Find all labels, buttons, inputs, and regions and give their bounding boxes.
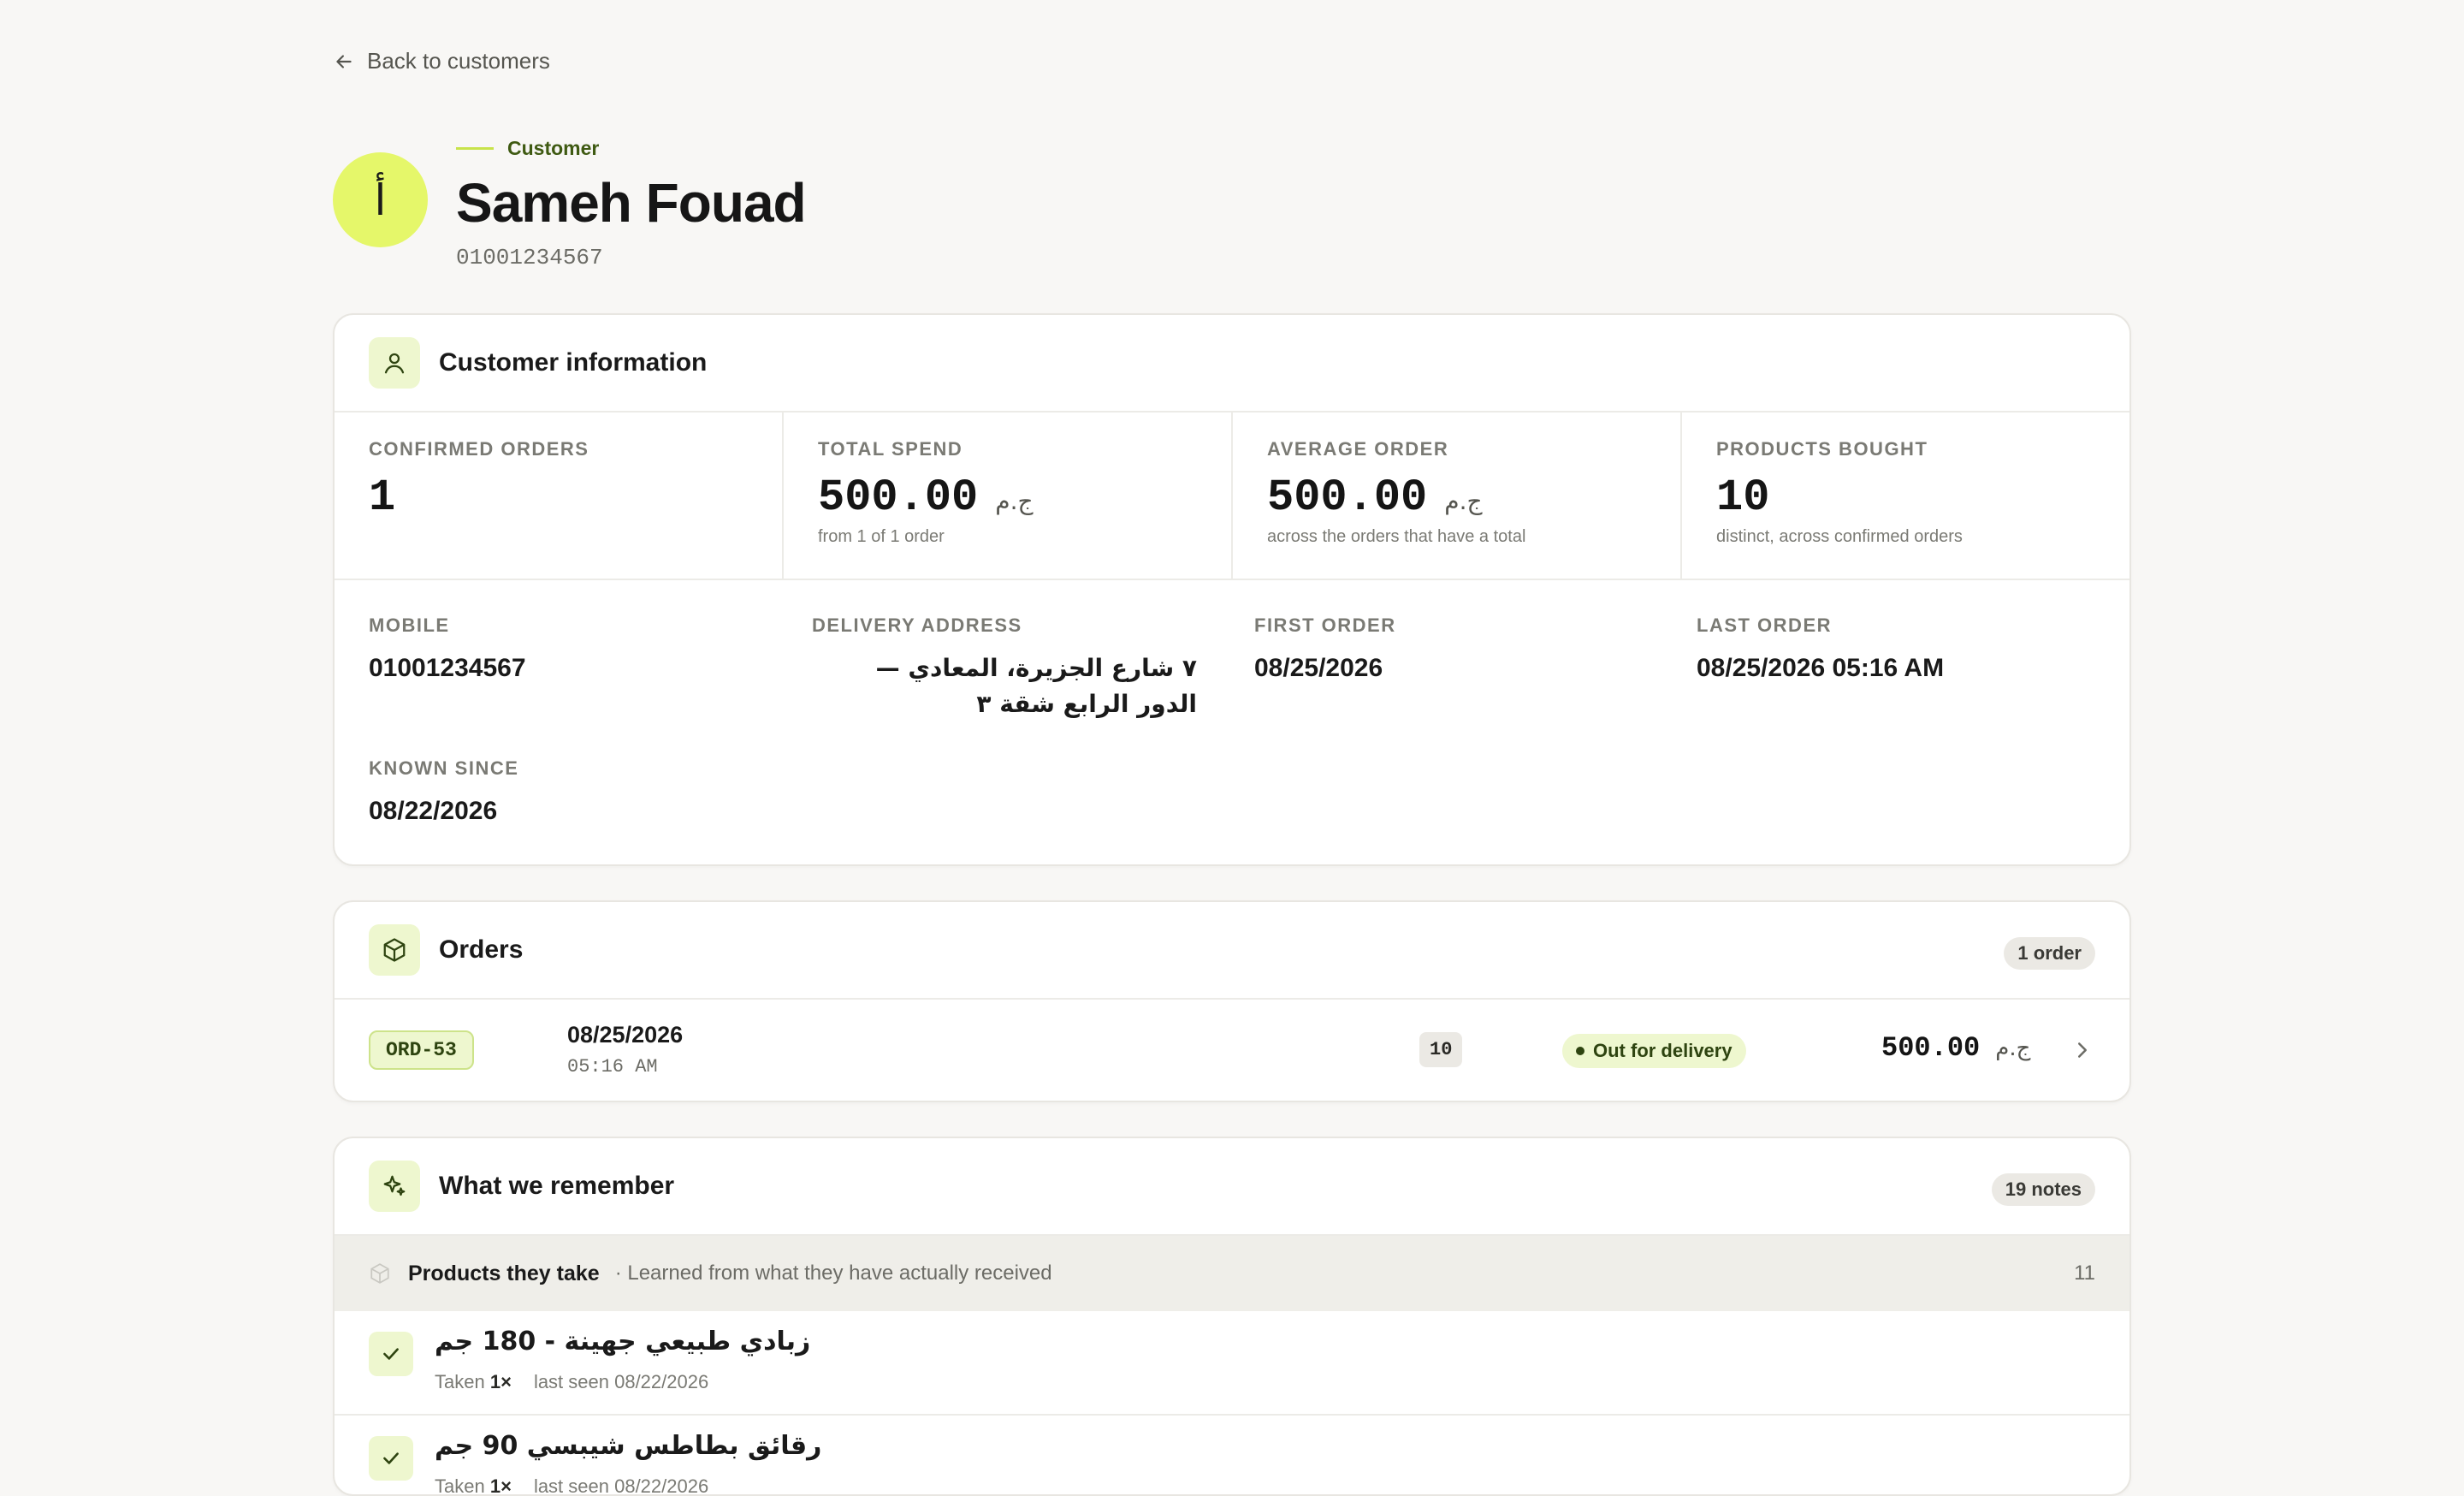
stat-value: 500.00 ج.م	[818, 472, 1034, 523]
orders-count-badge: 1 order	[2004, 937, 2095, 970]
field-label: DELIVERY ADDRESS	[812, 614, 1022, 636]
stat-label: CONFIRMED ORDERS	[369, 438, 589, 460]
product-name: رقائق بطاطس شيبسي 90 جم	[435, 1431, 822, 1461]
card-title: What we remember	[439, 1172, 675, 1200]
stat-confirmed-orders: CONFIRMED ORDERS 1	[335, 413, 784, 579]
field-label: MOBILE	[369, 614, 450, 636]
order-id-badge: ORD-53	[369, 1030, 474, 1070]
card-header: Customer information	[335, 315, 2129, 413]
taken-info: Taken 1×	[435, 1475, 512, 1496]
taken-info: Taken 1×	[435, 1371, 512, 1392]
section-title: Products they take	[408, 1261, 600, 1285]
currency-label: ج.م	[995, 487, 1034, 515]
field-delivery-address: DELIVERY ADDRESS ٧ شارع الجزيرة، المعادي…	[812, 614, 1197, 722]
field-value: 08/25/2026	[1254, 654, 1383, 682]
stat-label: TOTAL SPEND	[818, 438, 963, 460]
field-value: 01001234567	[369, 654, 526, 682]
last-seen: last seen 08/22/2026	[533, 1475, 709, 1496]
field-value: 08/25/2026 05:16 AM	[1697, 654, 1945, 682]
order-time: 05:16 AM	[567, 1056, 658, 1077]
stat-subtext: distinct, across confirmed orders	[1716, 527, 1963, 546]
field-label: FIRST ORDER	[1254, 614, 1396, 636]
eyebrow-line	[456, 147, 494, 150]
field-label: LAST ORDER	[1697, 614, 1832, 636]
stat-products-bought: PRODUCTS BOUGHT 10 distinct, across conf…	[1682, 413, 2129, 579]
card-title: Customer information	[439, 348, 708, 377]
check-icon	[369, 1332, 413, 1376]
check-icon	[369, 1436, 413, 1481]
info-fields: MOBILE 01001234567 DELIVERY ADDRESS ٧ شا…	[335, 580, 2129, 864]
stat-value: 500.00 ج.م	[1267, 472, 1483, 523]
chevron-right-icon[interactable]	[2070, 1037, 2095, 1063]
currency-label: ج.م	[1444, 487, 1483, 515]
product-meta: Taken 1× last seen 08/22/2026	[435, 1475, 709, 1496]
memory-card: What we remember 19 notes Products they …	[333, 1137, 2131, 1496]
field-mobile: MOBILE 01001234567	[369, 614, 779, 686]
stat-label: AVERAGE ORDER	[1267, 438, 1449, 460]
eyebrow: Customer	[456, 137, 599, 160]
stat-total-spend: TOTAL SPEND 500.00 ج.م from 1 of 1 order	[784, 413, 1233, 579]
stat-value: 1	[369, 472, 396, 523]
page-title: Sameh Fouad	[456, 172, 807, 234]
box-icon	[369, 924, 420, 976]
arrow-left-icon	[336, 54, 352, 68]
stat-subtext: across the orders that have a total	[1267, 527, 1526, 546]
section-subtitle: · Learned from what they have actually r…	[614, 1262, 1052, 1285]
avatar: أ	[333, 152, 428, 247]
eyebrow-label: Customer	[507, 137, 600, 159]
box-icon	[370, 1263, 389, 1284]
section-count: 11	[2074, 1262, 2095, 1285]
sparkle-icon	[369, 1161, 420, 1212]
field-last-order: LAST ORDER 08/25/2026 05:16 AM	[1697, 614, 2107, 686]
stat-subtext: from 1 of 1 order	[818, 527, 945, 546]
field-value: 08/22/2026	[369, 797, 498, 825]
stat-value: 10	[1716, 472, 1770, 523]
list-item: رقائق بطاطس شيبسي 90 جم Taken 1× last se…	[335, 1416, 2129, 1496]
product-meta: Taken 1× last seen 08/22/2026	[435, 1371, 708, 1393]
card-title: Orders	[439, 935, 524, 964]
user-icon	[369, 337, 420, 389]
list-item: زبادي طبيعي جهينة - 180 جم Taken 1× last…	[335, 1311, 2129, 1416]
section-products-they-take: Products they take · Learned from what t…	[335, 1236, 2129, 1311]
field-first-order: FIRST ORDER 08/25/2026	[1254, 614, 1665, 686]
card-header: Orders 1 order	[335, 902, 2129, 1000]
status-dot	[1576, 1047, 1584, 1055]
field-known-since: KNOWN SINCE 08/22/2026	[369, 757, 779, 829]
order-items-count: 10	[1419, 1032, 1463, 1067]
stat-label: PRODUCTS BOUGHT	[1716, 438, 1928, 460]
customer-phone: 01001234567	[456, 245, 603, 270]
status-badge: Out for delivery	[1562, 1034, 1746, 1068]
order-date: 08/25/2026	[567, 1022, 684, 1048]
order-row[interactable]: ORD-53 08/25/2026 05:16 AM 10 Out for de…	[335, 1000, 2129, 1101]
customer-info-card: Customer information CONFIRMED ORDERS 1 …	[333, 313, 2131, 866]
stats-row: CONFIRMED ORDERS 1 TOTAL SPEND 500.00 ج.م…	[335, 413, 2129, 580]
notes-count-badge: 19 notes	[1991, 1173, 2095, 1206]
customer-header: أ Customer Sameh Fouad 01001234567	[333, 137, 2131, 282]
card-header: What we remember 19 notes	[335, 1138, 2129, 1236]
currency-label: ج.م	[1995, 1036, 2031, 1061]
last-seen: last seen 08/22/2026	[533, 1371, 709, 1392]
stat-average-order: AVERAGE ORDER 500.00 ج.م across the order…	[1233, 413, 1682, 579]
product-name: زبادي طبيعي جهينة - 180 جم	[435, 1327, 811, 1356]
orders-card: Orders 1 order ORD-53 08/25/2026 05:16 A…	[333, 900, 2131, 1102]
back-label: Back to customers	[367, 48, 550, 74]
order-total: 500.00 ج.م	[1881, 1032, 2031, 1064]
back-to-customers-link[interactable]: Back to customers	[333, 48, 550, 74]
field-label: KNOWN SINCE	[369, 757, 519, 779]
field-value: ٧ شارع الجزيرة، المعادي — الدور الرابع ش…	[875, 654, 1197, 718]
